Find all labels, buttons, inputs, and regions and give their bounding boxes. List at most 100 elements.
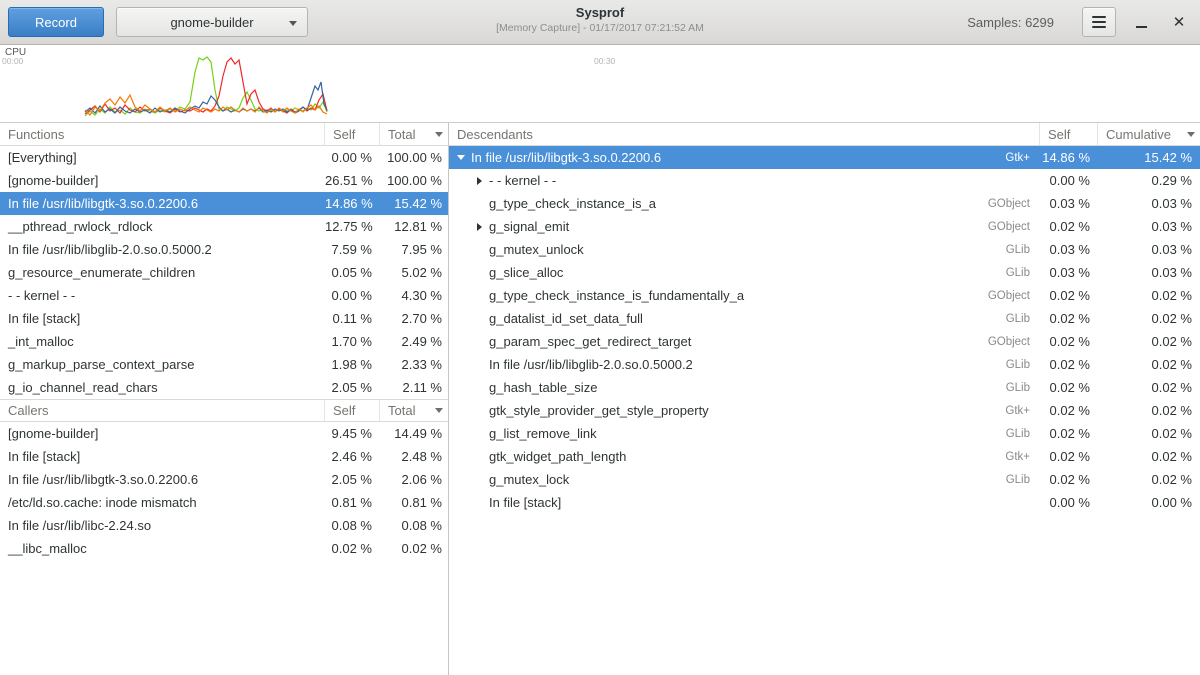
table-row[interactable]: In file [stack]0.00 %0.00 % [449,491,1200,514]
expander-spacer [475,429,484,438]
cpu-timeline-graph[interactable]: CPU 00:00 00:30 [0,45,1200,123]
expander-spacer [475,337,484,346]
table-row[interactable]: __pthread_rwlock_rdlock12.75 %12.81 % [0,215,448,238]
table-row[interactable]: _int_malloc1.70 %2.49 % [0,330,448,353]
table-row[interactable]: In file /usr/lib/libgtk-3.so.0.2200.62.0… [0,468,448,491]
close-button[interactable]: ✕ [1166,9,1192,35]
cumulative-column-header[interactable]: Cumulative [1098,123,1200,145]
table-row[interactable]: gtk_widget_path_lengthGtk+0.02 %0.02 % [449,445,1200,468]
descendants-column-header[interactable]: Descendants [449,123,1040,145]
menu-button[interactable] [1082,7,1116,37]
table-row[interactable]: g_hash_table_sizeGLib0.02 %0.02 % [449,376,1200,399]
total-column-header[interactable]: Total [380,123,448,145]
table-row[interactable]: [gnome-builder]9.45 %14.49 % [0,422,448,445]
table-row[interactable]: g_param_spec_get_redirect_targetGObject 0… [449,330,1200,353]
table-row[interactable]: /etc/ld.so.cache: inode mismatch0.81 %0.… [0,491,448,514]
callers-self-column-header[interactable]: Self [325,400,380,421]
self-column-header[interactable]: Self [325,123,380,145]
table-row[interactable]: g_type_check_instance_is_fundamentally_a… [449,284,1200,307]
expander-open-icon[interactable] [457,155,465,160]
functions-column-header[interactable]: Functions [0,123,325,145]
function-name: In file /usr/lib/libgtk-3.so.0.2200.6 [0,472,325,487]
table-row[interactable]: In file [stack]2.46 %2.48 % [0,445,448,468]
callers-total-column-label: Total [388,403,415,418]
self-value: 0.02 % [1040,380,1098,395]
self-value: 0.02 % [1040,403,1098,418]
total-value: 0.81 % [380,495,448,510]
table-row[interactable]: In file [stack]0.11 %2.70 % [0,307,448,330]
total-value: 0.02 % [380,541,448,556]
function-cell: g_datalist_id_set_data_fullGLib [449,311,1040,326]
minimize-icon [1136,26,1147,28]
record-button[interactable]: Record [8,7,104,37]
minimize-button[interactable] [1128,9,1154,35]
cumulative-value: 0.02 % [1098,403,1200,418]
table-row[interactable]: g_mutex_lockGLib0.02 %0.02 % [449,468,1200,491]
table-row[interactable]: gtk_style_provider_get_style_propertyGtk… [449,399,1200,422]
function-name: g_type_check_instance_is_a [489,196,656,211]
functions-table-body: [Everything]0.00 %100.00 %[gnome-builder… [0,146,448,399]
table-row[interactable]: g_list_remove_linkGLib0.02 %0.02 % [449,422,1200,445]
samples-count: Samples: 6299 [967,15,1054,30]
table-row[interactable]: In file /usr/lib/libglib-2.0.so.0.5000.2… [449,353,1200,376]
expander-spacer [475,360,484,369]
total-value: 100.00 % [380,173,448,188]
function-cell: g_hash_table_sizeGLib [449,380,1040,395]
function-name: g_mutex_lock [489,472,569,487]
table-row[interactable]: g_type_check_instance_is_aGObject0.03 %0… [449,192,1200,215]
descendants-self-column-header[interactable]: Self [1040,123,1098,145]
self-value: 7.59 % [325,242,380,257]
function-cell: g_slice_allocGLib [449,265,1040,280]
function-cell: g_signal_emitGObject [449,219,1040,234]
expander-spacer [475,406,484,415]
expander-closed-icon[interactable] [477,177,482,185]
function-name: g_markup_parse_context_parse [0,357,325,372]
self-value: 26.51 % [325,173,380,188]
process-selector-dropdown[interactable]: gnome-builder [116,7,308,37]
self-value: 2.05 % [325,472,380,487]
table-row[interactable]: In file /usr/lib/libgtk-3.so.0.2200.614.… [0,192,448,215]
expander-spacer [475,268,484,277]
function-name: In file /usr/lib/libglib-2.0.so.0.5000.2 [0,242,325,257]
table-row[interactable]: __libc_malloc0.02 %0.02 % [0,537,448,560]
functions-column-label: Functions [8,127,64,142]
table-row[interactable]: - - kernel - -0.00 %4.30 % [0,284,448,307]
category-label: GLib [1006,267,1040,279]
callers-table-body: [gnome-builder]9.45 %14.49 %In file [sta… [0,422,448,560]
function-cell: g_param_spec_get_redirect_targetGObject [449,334,1040,349]
total-value: 2.70 % [380,311,448,326]
table-row[interactable]: In file /usr/lib/libglib-2.0.so.0.5000.2… [0,238,448,261]
self-value: 0.02 % [1040,426,1098,441]
category-label: Gtk+ [1005,152,1040,164]
self-value: 0.08 % [325,518,380,533]
total-value: 2.33 % [380,357,448,372]
function-cell: g_mutex_lockGLib [449,472,1040,487]
function-name: In file [stack] [0,311,325,326]
sort-indicator-icon [1187,132,1195,137]
cumulative-value: 0.02 % [1098,334,1200,349]
category-label: GLib [1006,428,1040,440]
table-row[interactable]: [gnome-builder]26.51 %100.00 % [0,169,448,192]
expander-closed-icon[interactable] [477,223,482,231]
total-value: 100.00 % [380,150,448,165]
callers-total-column-header[interactable]: Total [380,400,448,421]
function-name: g_list_remove_link [489,426,597,441]
function-name: gtk_widget_path_length [489,449,626,464]
table-row[interactable]: g_signal_emitGObject0.02 %0.03 % [449,215,1200,238]
self-value: 1.70 % [325,334,380,349]
table-row[interactable]: g_markup_parse_context_parse1.98 %2.33 % [0,353,448,376]
table-row[interactable]: - - kernel - -0.00 %0.29 % [449,169,1200,192]
descendants-self-column-label: Self [1048,127,1070,142]
table-row[interactable]: In file /usr/lib/libgtk-3.so.0.2200.6Gtk… [449,146,1200,169]
table-row[interactable]: g_mutex_unlockGLib0.03 %0.03 % [449,238,1200,261]
record-button-label: Record [35,15,77,30]
table-row[interactable]: In file /usr/lib/libc-2.24.so0.08 %0.08 … [0,514,448,537]
table-row[interactable]: g_datalist_id_set_data_fullGLib0.02 %0.0… [449,307,1200,330]
function-name: In file /usr/lib/libc-2.24.so [0,518,325,533]
process-selector-value: gnome-builder [170,15,253,30]
table-row[interactable]: g_slice_allocGLib0.03 %0.03 % [449,261,1200,284]
table-row[interactable]: g_io_channel_read_chars2.05 %2.11 % [0,376,448,399]
table-row[interactable]: g_resource_enumerate_children0.05 %5.02 … [0,261,448,284]
callers-column-header[interactable]: Callers [0,400,325,421]
table-row[interactable]: [Everything]0.00 %100.00 % [0,146,448,169]
